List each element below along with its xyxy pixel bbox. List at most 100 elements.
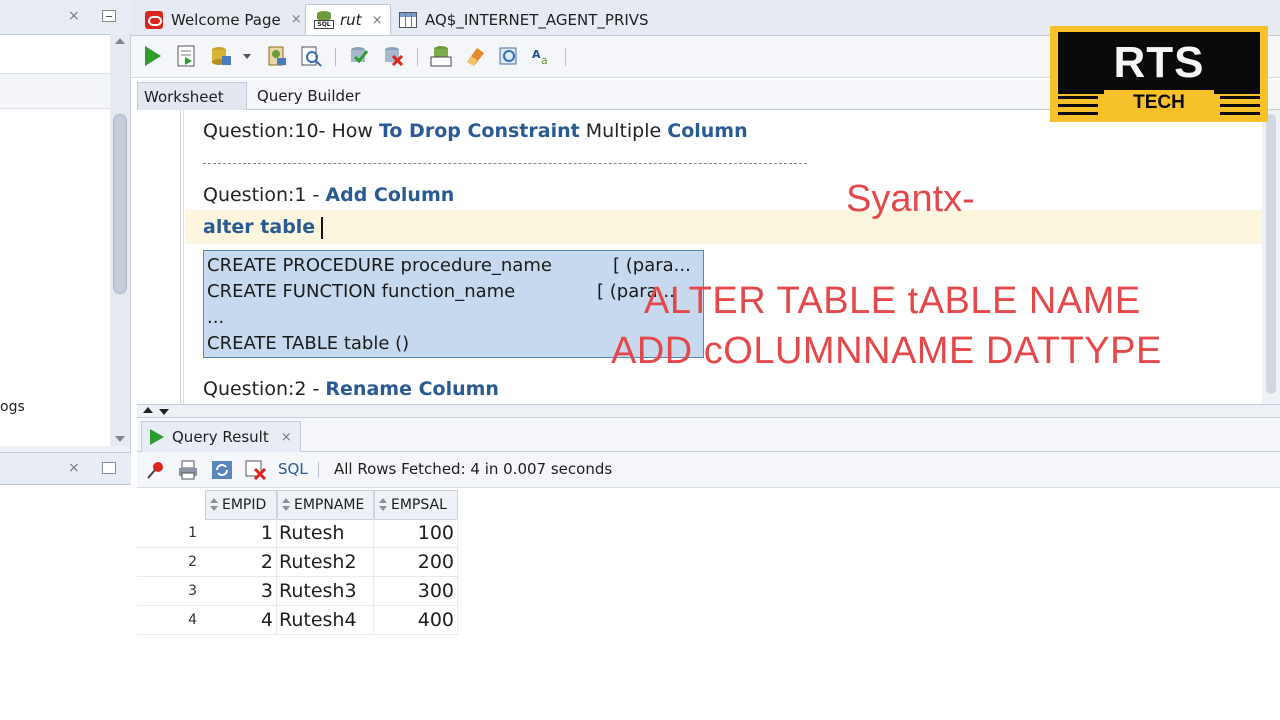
run-statement-icon[interactable] <box>145 46 161 66</box>
line-gutter <box>137 110 181 404</box>
row-number: 2 <box>188 554 197 570</box>
tab-worksheet[interactable]: Worksheet <box>137 82 247 110</box>
cell-empname[interactable]: Rutesh <box>277 519 374 548</box>
tab-label: rut <box>340 11 362 29</box>
svg-text:a: a <box>541 54 548 67</box>
format-case-icon[interactable]: Aa <box>531 44 555 68</box>
code-line: Question:2 - Rename Column <box>203 378 499 400</box>
cell-empname[interactable]: Rutesh2 <box>277 548 374 577</box>
sort-icon <box>210 498 218 512</box>
pin-icon[interactable] <box>145 460 167 480</box>
print-icon[interactable] <box>177 460 199 480</box>
cell-empid[interactable]: 2 <box>203 548 277 577</box>
tab-query-builder[interactable]: Query Builder <box>251 82 366 110</box>
column-header-empid[interactable]: EMPID <box>205 490 277 520</box>
logo-subtitle: TECH <box>1104 90 1214 116</box>
commit-icon[interactable] <box>347 44 371 68</box>
logo-title: RTS <box>1113 38 1205 87</box>
scroll-down-icon[interactable] <box>115 436 125 442</box>
run-script-icon[interactable] <box>175 44 199 68</box>
clear-results-icon[interactable] <box>245 460 267 480</box>
sql-link[interactable]: SQL <box>278 460 308 478</box>
unshared-worksheet-icon[interactable] <box>497 44 521 68</box>
column-header-empsal[interactable]: EMPSAL <box>374 490 458 520</box>
clear-eraser-icon[interactable] <box>463 44 487 68</box>
table-icon <box>399 11 417 28</box>
expand-down-icon[interactable] <box>159 409 169 415</box>
completion-item[interactable]: CREATE FUNCTION function_name[ (para... <box>207 281 675 302</box>
scroll-up-icon[interactable] <box>115 38 125 44</box>
close-icon[interactable]: × <box>68 460 80 476</box>
close-icon[interactable]: × <box>291 12 302 27</box>
close-icon[interactable]: × <box>68 8 80 24</box>
svg-text:A: A <box>532 48 541 61</box>
sql-history-icon[interactable] <box>429 44 453 68</box>
cell-empname[interactable]: Rutesh4 <box>277 606 374 635</box>
minimize-icon[interactable] <box>102 10 116 22</box>
oracle-icon <box>145 10 163 29</box>
tab-aq-internet-agent-privs[interactable]: AQ$_INTERNET_AGENT_PRIVS <box>391 4 657 35</box>
logo-stripe <box>1058 104 1098 107</box>
logo-stripe <box>1058 96 1098 99</box>
result-grid[interactable]: EMPID EMPNAME EMPSAL 1 1 Rutesh 100 2 2 … <box>137 488 1280 720</box>
cell-empname[interactable]: Rutesh3 <box>277 577 374 606</box>
chevron-down-icon[interactable] <box>243 54 251 59</box>
table-row[interactable]: 3 3 Rutesh3 300 <box>137 577 459 606</box>
sql-worksheet-icon: SQL <box>314 10 334 30</box>
dashed-separator <box>203 163 807 164</box>
refresh-icon[interactable] <box>211 460 233 480</box>
connections-panel: × ogs <box>0 0 131 450</box>
fetch-status: All Rows Fetched: 4 in 0.007 seconds <box>334 460 613 478</box>
row-number: 1 <box>188 525 197 541</box>
scroll-thumb[interactable] <box>1266 114 1276 394</box>
toolbar-separator <box>318 462 319 478</box>
logo-stripe <box>1220 112 1260 115</box>
text-cursor <box>321 216 324 239</box>
run-icon <box>150 429 164 445</box>
expand-up-icon[interactable] <box>143 407 153 413</box>
syntax-annotation-line: ADD cOLUMNNAME DATTYPE <box>611 330 1162 372</box>
cell-empsal[interactable]: 100 <box>374 519 458 548</box>
tab-welcome-page[interactable]: Welcome Page × <box>137 4 310 35</box>
minimize-icon[interactable] <box>102 462 116 474</box>
code-line: Question:10- How To Drop Constraint Mult… <box>203 120 748 142</box>
logo-stripe <box>1058 112 1098 115</box>
scroll-thumb[interactable] <box>113 114 127 294</box>
current-line-highlight <box>185 210 1280 244</box>
completion-item[interactable]: ... <box>207 307 224 328</box>
table-row[interactable]: 4 4 Rutesh4 400 <box>137 606 459 635</box>
connections-scrollbar[interactable] <box>110 34 130 446</box>
completion-item[interactable]: CREATE PROCEDURE procedure_name[ (para..… <box>207 255 691 276</box>
panel-splitter[interactable] <box>137 404 1280 418</box>
cell-empid[interactable]: 4 <box>203 606 277 635</box>
table-row[interactable]: 1 1 Rutesh 100 <box>137 519 459 548</box>
editor-scrollbar[interactable] <box>1262 110 1280 404</box>
rts-tech-logo: RTS TECH <box>1050 26 1268 122</box>
explain-plan-icon[interactable] <box>265 44 289 68</box>
connections-tree[interactable] <box>0 34 110 446</box>
cell-empid[interactable]: 1 <box>203 519 277 548</box>
tree-row-highlight <box>0 73 110 109</box>
result-toolbar: SQL All Rows Fetched: 4 in 0.007 seconds <box>137 452 1280 488</box>
autotrace-icon[interactable] <box>209 44 233 68</box>
tab-rut-worksheet[interactable]: SQL rut × <box>305 4 392 35</box>
table-row[interactable]: 2 2 Rutesh2 200 <box>137 548 459 577</box>
logo-stripe <box>1220 96 1260 99</box>
cell-empsal[interactable]: 300 <box>374 577 458 606</box>
tree-item-label[interactable]: ogs <box>0 399 25 415</box>
rollback-icon[interactable] <box>381 44 405 68</box>
cell-empsal[interactable]: 200 <box>374 548 458 577</box>
column-header-empname[interactable]: EMPNAME <box>277 490 374 520</box>
sort-icon <box>379 498 387 512</box>
reports-tree[interactable] <box>0 484 131 720</box>
close-icon[interactable]: × <box>281 430 292 445</box>
tab-query-result[interactable]: Query Result × <box>141 421 301 452</box>
cell-empid[interactable]: 3 <box>203 577 277 606</box>
fold-margin <box>183 110 184 404</box>
completion-item[interactable]: CREATE TABLE table () <box>207 333 409 354</box>
logo-panel: RTS <box>1058 32 1260 94</box>
close-icon[interactable]: × <box>372 13 383 28</box>
sql-tuning-icon[interactable] <box>299 44 323 68</box>
result-tab-bar: Query Result × <box>137 418 1280 452</box>
cell-empsal[interactable]: 400 <box>374 606 458 635</box>
